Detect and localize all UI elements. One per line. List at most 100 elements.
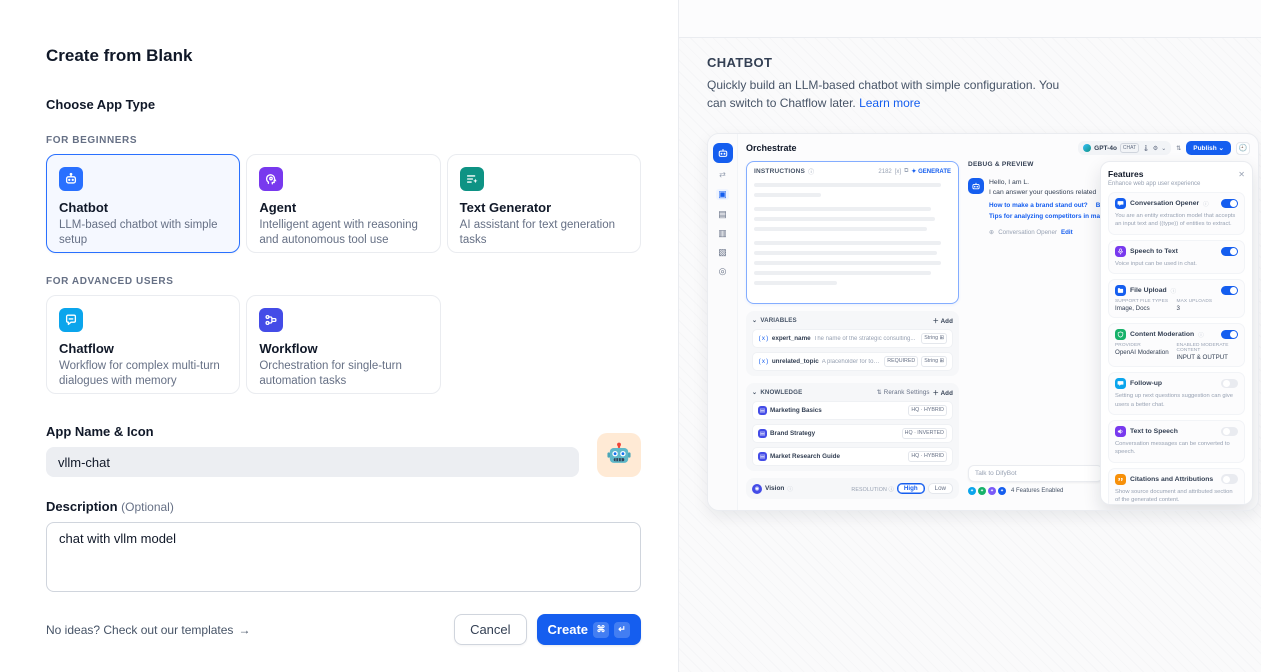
choose-app-type-label: Choose App Type (46, 97, 641, 112)
preview-panel-body: CHATBOT Quickly build an LLM-based chatb… (679, 38, 1261, 672)
feature-name: Conversation Opener (1130, 200, 1199, 207)
bot-greeting-line1: Hello, I am L. (989, 179, 1029, 186)
preview-description: Quickly build an LLM-based chatbot with … (707, 76, 1077, 112)
info-icon: ⓘ (808, 167, 814, 176)
features-enabled-label: 4 Features Enabled (1011, 488, 1063, 494)
group-label-advanced: FOR ADVANCED USERS (46, 276, 641, 287)
feature-item-citations: Citations and Attributions Show source d… (1108, 468, 1245, 505)
app-type-card-text-generator[interactable]: Text Generator AI assistant for text gen… (447, 154, 641, 253)
feature-toggle (1221, 247, 1238, 257)
app-name-label: App Name & Icon (46, 424, 583, 439)
card-desc: AI assistant for text generation tasks (460, 218, 628, 248)
vision-label: Vision (765, 485, 784, 492)
instructions-label: INSTRUCTIONS (754, 168, 805, 175)
opener-label: Conversation Opener (998, 229, 1057, 236)
variable-required-badge: REQUIRED (884, 356, 918, 367)
knowledge-row: ▤ Marketing Basics HQ · HYBRID (752, 401, 953, 420)
variable-type-badge: String ⊞ (921, 333, 947, 344)
variable-desc: A placeholder for topics... (822, 359, 882, 365)
resolution-low-button: Low (928, 483, 953, 494)
feature-toggle (1221, 379, 1238, 389)
meta-value: OpenAI Moderation (1115, 349, 1177, 356)
meta-value: Image, Docs (1115, 305, 1177, 312)
app-type-card-agent[interactable]: Agent Intelligent agent with reasoning a… (246, 154, 440, 253)
templates-link-label: No ideas? Check out our templates (46, 623, 233, 637)
feature-dot-icon: ✦ (988, 487, 996, 495)
feature-desc: Setting up next questions suggestion can… (1115, 392, 1238, 409)
feature-name: Content Moderation (1130, 331, 1194, 338)
modal-footer: No ideas? Check out our templates → Canc… (46, 614, 641, 645)
model-settings-icon: ⚙ (1153, 145, 1158, 152)
arrow-right-icon: → (238, 623, 250, 637)
app-type-card-workflow[interactable]: Workflow Orchestration for single-turn a… (246, 295, 440, 394)
variable-type-badge: String ⊞ (921, 356, 947, 367)
close-icon: ✕ (1238, 170, 1245, 179)
feature-item-text-to-speech: Text to Speech Conversation messages can… (1108, 420, 1245, 463)
app-preview-screenshot: ⇄ ▣ ▤ ▥ ▧ ◎ Orchestrate GPT-4o (707, 133, 1259, 511)
feature-name: Speech to Text (1130, 248, 1178, 255)
follow-up-icon (1115, 378, 1126, 389)
create-button[interactable]: Create ⌘ ↵ (537, 614, 641, 645)
meta-label: MAX UPLOADS (1177, 299, 1239, 304)
cancel-button[interactable]: Cancel (454, 614, 526, 645)
description-optional-label: (Optional) (121, 500, 174, 514)
dataset-badge: HQ · HYBRID (908, 451, 947, 462)
feature-dot-icon: ✦ (968, 487, 976, 495)
learn-more-link[interactable]: Learn more (859, 96, 920, 110)
templates-link[interactable]: No ideas? Check out our templates → (46, 623, 250, 637)
preview-nav-settings-icon: ◎ (719, 267, 727, 276)
info-icon: ⓘ (1171, 287, 1177, 295)
preview-kicker: CHATBOT (707, 55, 1261, 70)
instructions-placeholder-lines (754, 183, 951, 285)
app-name-row: App Name & Icon vllm-chat (46, 424, 641, 477)
app-name-input[interactable]: vllm-chat (46, 447, 579, 477)
model-selector: GPT-4o CHAT 🌡 ⚙ ⌄ (1078, 141, 1171, 155)
create-app-modal: Create from Blank Choose App Type FOR BE… (0, 0, 1261, 672)
vision-icon: ◉ (752, 484, 762, 494)
card-name: Chatflow (59, 341, 227, 356)
bot-greeting-line2: I can answer your questions related (989, 189, 1096, 196)
dataset-name: Marketing Basics (770, 407, 905, 414)
suggested-question: Tips for analyzing competitors in market (989, 213, 1112, 220)
preview-config-column: INSTRUCTIONS ⓘ 2182 [x] ⧉ ✦ GENERATE (746, 161, 959, 499)
dataset-icon: ▤ (758, 406, 767, 415)
advanced-cards: Chatflow Workflow for complex multi-turn… (46, 295, 641, 394)
add-knowledge-button: ＋ Add (933, 388, 953, 397)
card-name: Workflow (259, 341, 427, 356)
collapse-icon: ⌄ (752, 317, 757, 324)
chat-input: Talk to DifyBot (968, 465, 1103, 482)
feature-name: Follow-up (1130, 380, 1162, 387)
feature-toggle (1221, 427, 1238, 437)
text-generator-icon (460, 167, 484, 191)
enter-key-icon: ↵ (614, 622, 630, 638)
card-name: Text Generator (460, 200, 628, 215)
preview-panel-header-strip (679, 0, 1261, 38)
generate-button: ✦ GENERATE (911, 168, 951, 175)
app-type-card-chatbot[interactable]: Chatbot LLM-based chatbot with simple se… (46, 154, 240, 253)
variables-section: ⌄ VARIABLES ＋ Add (x) expert_name The na… (746, 311, 959, 376)
group-label-beginners: FOR BEGINNERS (46, 135, 641, 146)
model-mode-badge: CHAT (1120, 143, 1139, 153)
feature-item-speech-to-text: Speech to Text Voice input can be used i… (1108, 240, 1245, 274)
history-icon: 🕘 (1236, 142, 1250, 155)
app-type-card-chatflow[interactable]: Chatflow Workflow for complex multi-turn… (46, 295, 240, 394)
instructions-char-count: 2182 (878, 169, 891, 175)
add-variable-button: ＋ Add (933, 316, 953, 325)
feature-desc: Show source document and attributed sect… (1115, 488, 1238, 505)
variable-insert-icon: [x] (895, 169, 901, 175)
app-icon-picker[interactable] (597, 433, 641, 477)
cmd-key-icon: ⌘ (593, 622, 609, 638)
features-panel: Features ✕ Enhance web app user experien… (1100, 161, 1253, 505)
copy-icon: ⧉ (904, 168, 908, 175)
meta-label: ENABLED MODERATE CONTENT (1177, 343, 1239, 353)
meta-value: 3 (1177, 305, 1239, 312)
features-enabled-row: ✦ ✦ ✦ ✦ 4 Features Enabled (968, 487, 1103, 495)
create-button-label: Create (548, 622, 588, 637)
conversation-opener-icon (1115, 198, 1126, 209)
publish-button: Publish ⌄ (1186, 141, 1231, 155)
dataset-icon: ▤ (758, 452, 767, 461)
feature-name: Citations and Attributions (1130, 476, 1213, 483)
description-textarea[interactable] (46, 522, 641, 592)
speaker-icon (1115, 426, 1126, 437)
preview-sidebar: ⇄ ▣ ▤ ▥ ▧ ◎ (708, 134, 738, 510)
